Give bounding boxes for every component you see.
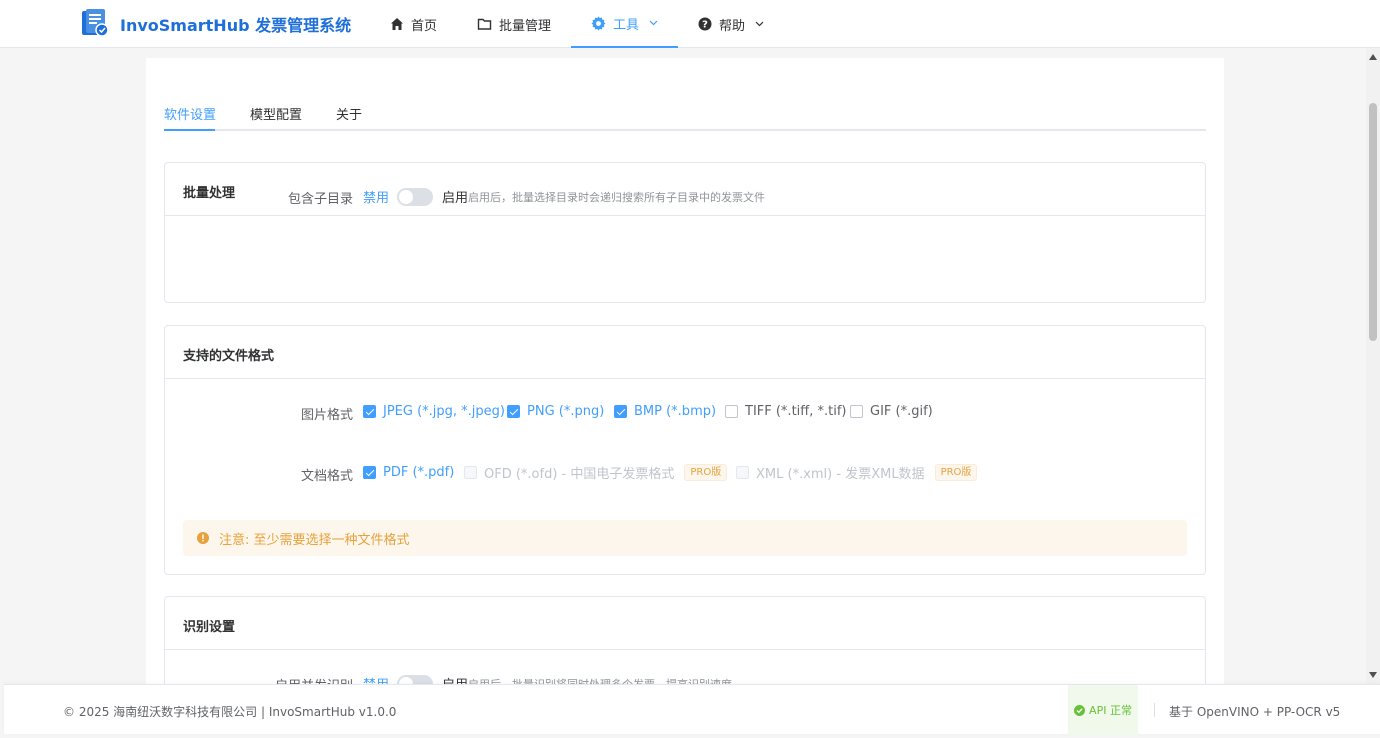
tab-about[interactable]: 关于	[336, 104, 362, 123]
switch-on-label: 启用	[442, 191, 469, 206]
switch-off-label: 禁用	[363, 674, 389, 684]
checkbox-pdf[interactable]: PDF (*.pdf)	[363, 465, 454, 480]
tab-active-indicator	[164, 129, 215, 131]
checkbox-label: BMP (*.bmp)	[634, 404, 717, 419]
card-title: 识别设置	[165, 597, 1205, 650]
subdir-switch-group: 禁用 启用 启用后，批量选择目录时会递归搜索所有子目录中的发票文件	[363, 187, 765, 206]
svg-text:?: ?	[702, 20, 708, 31]
concurrent-switch[interactable]	[397, 674, 434, 684]
scroll-up-arrow[interactable]	[1369, 54, 1377, 60]
nav-item-label: 首页	[411, 18, 438, 34]
checkbox-xml[interactable]: XML (*.xml) - 发票XML数据 PRO版	[736, 463, 978, 482]
chevron-down-icon	[649, 20, 658, 26]
checkbox-jpeg[interactable]: JPEG (*.jpg, *.jpeg)	[363, 404, 505, 419]
checkbox-bmp[interactable]: BMP (*.bmp)	[614, 404, 716, 419]
top-header: InvoSmartHub 发票管理系统 首页 批量管理 工具 ? 帮助	[0, 0, 1380, 48]
nav-item-tools[interactable]: 工具	[571, 0, 679, 48]
footer: © 2025 海南纽沃数字科技有限公司 | InvoSmartHub v1.0.…	[4, 684, 1380, 735]
nav-item-label: 批量管理	[499, 18, 552, 34]
batch-card: 批量处理 包含子目录 禁用 启用 启用后，批量选择目录时会递归搜索所有子目录中的…	[164, 162, 1206, 303]
scroll-down-arrow[interactable]	[1369, 672, 1377, 678]
page-scrollbar[interactable]	[1366, 48, 1380, 684]
nav-item-label: 帮助	[719, 18, 746, 34]
image-format-label: 图片格式	[300, 408, 353, 423]
nav-item-label: 工具	[613, 17, 640, 33]
checkbox-box	[363, 405, 376, 418]
checkbox-label: OFD (*.ofd) - 中国电子发票格式	[484, 467, 675, 482]
main-nav: 首页 批量管理 工具 ? 帮助	[370, 0, 784, 48]
pro-badge: PRO版	[934, 464, 978, 481]
switch-off-label: 禁用	[363, 191, 390, 206]
checkbox-ofd[interactable]: OFD (*.ofd) - 中国电子发票格式 PRO版	[464, 463, 728, 482]
checkbox-box	[614, 405, 627, 418]
warning-text: 注意: 至少需要选择一种文件格式	[219, 532, 410, 548]
switch-on-label: 启用	[442, 674, 468, 684]
recognition-card: 识别设置 启用并发识别 禁用 启用 启用后，批量识别将同时处理多个发票，提高识别…	[164, 596, 1206, 684]
checkbox-label: TIFF (*.tiff, *.tif)	[745, 404, 847, 419]
check-circle-icon	[1074, 704, 1086, 716]
checkbox-label: JPEG (*.jpg, *.jpeg)	[383, 404, 505, 419]
nav-item-batch[interactable]: 批量管理	[457, 0, 571, 48]
checkbox-box	[363, 466, 376, 479]
checkbox-label: XML (*.xml) - 发票XML数据	[756, 467, 925, 482]
subdir-hint: 启用后，批量选择目录时会递归搜索所有子目录中的发票文件	[468, 190, 766, 204]
checkbox-box	[507, 405, 520, 418]
concurrent-label: 启用并发识别	[183, 675, 353, 684]
scrollbar-thumb[interactable]	[1369, 103, 1377, 341]
concurrent-switch-group: 禁用 启用 启用后，批量识别将同时处理多个发票，提高识别速度	[363, 674, 732, 684]
checkbox-png[interactable]: PNG (*.png)	[507, 404, 604, 419]
concurrent-hint: 启用后，批量识别将同时处理多个发票，提高识别速度	[468, 677, 733, 685]
settings-tabs: 软件设置 模型配置 关于	[164, 102, 1206, 131]
format-warning-alert: 注意: 至少需要选择一种文件格式	[183, 520, 1187, 556]
checkbox-box	[725, 405, 738, 418]
help-icon: ?	[698, 17, 712, 31]
settings-panel: 软件设置 模型配置 关于 批量处理 包含子目录 禁用 启用 启用后，批量选择目录…	[146, 58, 1224, 684]
nav-item-help[interactable]: ? 帮助	[678, 0, 784, 48]
checkbox-label: GIF (*.gif)	[870, 404, 933, 419]
checkbox-label: PNG (*.png)	[527, 404, 605, 419]
subdir-switch[interactable]	[397, 187, 434, 206]
warning-icon	[197, 532, 209, 544]
home-icon	[391, 18, 403, 30]
formats-card: 支持的文件格式 图片格式 JPEG (*.jpg, *.jpeg) PNG (*…	[164, 325, 1206, 575]
doc-format-label: 文档格式	[300, 469, 353, 484]
card-title: 支持的文件格式	[165, 326, 1205, 379]
copyright-text: © 2025 海南纽沃数字科技有限公司 | InvoSmartHub v1.0.…	[63, 705, 397, 719]
gear-icon	[591, 15, 606, 31]
checkbox-tiff[interactable]: TIFF (*.tiff, *.tif)	[725, 404, 847, 419]
app-logo-icon	[82, 9, 109, 37]
checkbox-gif[interactable]: GIF (*.gif)	[850, 404, 933, 419]
subdir-label: 包含子目录	[287, 192, 353, 207]
pro-badge: PRO版	[684, 464, 728, 481]
tab-model-config[interactable]: 模型配置	[250, 104, 302, 123]
engine-text: 基于 OpenVINO + PP-OCR v5	[1169, 705, 1341, 719]
folder-icon	[477, 18, 492, 30]
checkbox-box	[736, 466, 749, 479]
api-status-text: API 正常	[1089, 704, 1132, 717]
nav-item-home[interactable]: 首页	[370, 0, 457, 48]
checkbox-box	[850, 405, 863, 418]
api-status-badge: API 正常	[1068, 685, 1138, 735]
checkbox-label: PDF (*.pdf)	[383, 465, 455, 480]
app-title: InvoSmartHub 发票管理系统	[120, 16, 352, 35]
footer-divider	[1154, 703, 1155, 717]
chevron-down-icon	[755, 21, 764, 27]
tab-software-settings[interactable]: 软件设置	[164, 104, 216, 123]
checkbox-box	[464, 466, 477, 479]
